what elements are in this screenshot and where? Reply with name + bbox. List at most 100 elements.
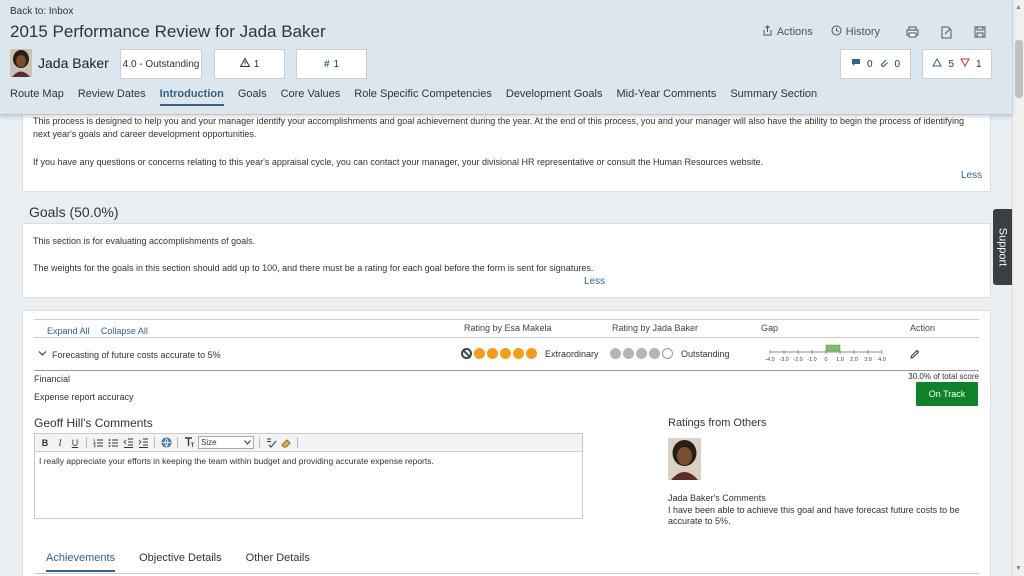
intro-paragraph-line-1: This process is designed to help you and… — [33, 116, 965, 126]
bullet-list-icon[interactable] — [107, 437, 119, 449]
edit-pencil-icon[interactable] — [909, 349, 920, 363]
toolbar-divider — [297, 437, 298, 448]
tab-achievements[interactable]: Achievements — [46, 552, 116, 572]
clear-format-icon[interactable] — [280, 437, 292, 449]
tab-other-details[interactable]: Other Details — [246, 552, 310, 572]
font-size-select[interactable]: Size — [198, 436, 254, 449]
tab-core-values[interactable]: Core Values — [281, 88, 341, 106]
collapse-all-link[interactable]: Collapse All — [101, 326, 148, 336]
comment-editor[interactable]: B I U Size I really appreciate your effo… — [34, 433, 583, 519]
rating-dot[interactable] — [526, 348, 537, 359]
rating-dot[interactable] — [500, 348, 511, 359]
hashtag-box[interactable]: # 1 — [296, 49, 367, 79]
esa-rating-control[interactable]: Extraordinary — [461, 348, 599, 359]
score-share: 30.0% of total score — [908, 372, 979, 381]
overall-rating-box[interactable]: 4.0 - Outstanding — [120, 49, 202, 79]
scrollbar[interactable]: ▲ ▼ — [1012, 0, 1024, 576]
toolbar-divider — [86, 437, 87, 448]
comments-attachments-box[interactable]: 0 0 — [840, 49, 911, 79]
goal-metric: Expense report accuracy — [34, 392, 134, 402]
tab-route-map[interactable]: Route Map — [10, 88, 64, 106]
outdent-icon[interactable] — [122, 437, 134, 449]
col-action: Action — [910, 323, 936, 333]
back-to-inbox-link[interactable]: Back to: Inbox — [10, 6, 73, 17]
rating-dot[interactable] — [610, 348, 621, 359]
save-icon[interactable] — [968, 24, 992, 40]
tab-goals[interactable]: Goals — [238, 88, 267, 106]
others-comment-author: Jada Baker's Comments — [668, 493, 766, 503]
comment-text[interactable]: I really appreciate your efforts in keep… — [35, 452, 582, 470]
goal-detail-tabs: Achievements Objective Details Other Det… — [46, 552, 310, 572]
triangle-down-icon — [960, 58, 970, 70]
esa-rating-label: Extraordinary — [545, 348, 599, 359]
goals-description-2: The weights for the goals in this sectio… — [33, 263, 594, 273]
rating-dot[interactable] — [662, 348, 673, 359]
comments-title: Geoff Hill's Comments — [34, 416, 153, 430]
comment-icon — [851, 58, 861, 70]
up-count: 5 — [948, 58, 954, 70]
paperclip-icon — [879, 58, 889, 71]
warning-icon — [239, 57, 251, 70]
tab-review-dates[interactable]: Review Dates — [78, 88, 146, 106]
goals-less-link[interactable]: Less — [584, 276, 605, 287]
warnings-box[interactable]: 1 — [214, 49, 285, 79]
gap-tick-label: -4.0 — [765, 357, 774, 363]
scroll-down-arrow-icon[interactable]: ▼ — [1015, 565, 1022, 572]
gap-tick-label: 1.0 — [836, 357, 844, 363]
tab-summary-section[interactable]: Summary Section — [730, 88, 817, 106]
rating-dot[interactable] — [649, 348, 660, 359]
gap-scale-graphic: -4.0 -3.0 -2.0 -1.0 0 1.0 2.0 3.0 4.0 — [765, 344, 886, 363]
chevron-down-icon — [244, 438, 251, 447]
text-format-icon[interactable] — [183, 437, 195, 449]
triangle-up-icon — [932, 57, 943, 70]
numbered-list-icon[interactable] — [92, 437, 104, 449]
trend-box[interactable]: 5 1 — [922, 49, 992, 79]
tab-mid-year-comments[interactable]: Mid-Year Comments — [616, 88, 716, 106]
tab-divider — [34, 573, 979, 574]
rating-dot[interactable] — [636, 348, 647, 359]
overall-rating-text: 4.0 - Outstanding — [122, 58, 200, 70]
indent-icon[interactable] — [137, 437, 149, 449]
clock-icon — [831, 25, 842, 39]
expand-all-link[interactable]: Expand All — [47, 326, 90, 336]
support-tab[interactable]: Support — [993, 209, 1012, 285]
avatar — [668, 438, 701, 480]
bold-icon[interactable]: B — [39, 437, 51, 449]
export-icon[interactable] — [934, 24, 958, 40]
rating-dot[interactable] — [513, 348, 524, 359]
no-rating-icon[interactable] — [461, 348, 472, 359]
gap-tick-label: 2.0 — [850, 357, 858, 363]
others-comment-line-1: I have been able to achieve this goal an… — [668, 505, 960, 515]
rating-dot[interactable] — [487, 348, 498, 359]
scroll-up-arrow-icon[interactable]: ▲ — [1015, 4, 1022, 11]
underline-icon[interactable]: U — [69, 437, 81, 449]
gap-tick-label: 0 — [824, 357, 827, 363]
rating-dot[interactable] — [623, 348, 634, 359]
on-track-button[interactable]: On Track — [916, 382, 978, 406]
print-icon[interactable] — [900, 24, 924, 40]
history-button[interactable]: History — [831, 25, 880, 39]
actions-button[interactable]: Actions — [762, 25, 813, 39]
warning-count: 1 — [253, 58, 260, 70]
tab-objective-details[interactable]: Objective Details — [139, 552, 222, 572]
link-globe-icon[interactable] — [160, 437, 172, 449]
tab-role-specific-competencies[interactable]: Role Specific Competencies — [354, 88, 492, 106]
tab-introduction[interactable]: Introduction — [159, 88, 224, 106]
gap-bar — [825, 344, 841, 352]
goal-name[interactable]: Forecasting of future costs accurate to … — [52, 350, 221, 360]
history-label: History — [845, 26, 880, 38]
chevron-down-icon[interactable] — [38, 349, 47, 359]
tab-development-goals[interactable]: Development Goals — [506, 88, 603, 106]
spellcheck-icon[interactable] — [265, 437, 277, 449]
intro-paragraph-2: If you have any questions or concerns re… — [33, 157, 764, 167]
col-gap: Gap — [761, 323, 779, 333]
scrollbar-thumb[interactable] — [1015, 40, 1023, 98]
toolbar-divider — [154, 437, 155, 448]
jada-rating-control: Outstanding — [610, 348, 730, 359]
jada-rating-dots — [610, 348, 675, 359]
italic-icon[interactable]: I — [54, 437, 66, 449]
rating-dot[interactable] — [474, 348, 485, 359]
actions-label: Actions — [776, 26, 813, 38]
avatar — [10, 49, 32, 77]
intro-less-link[interactable]: Less — [961, 170, 982, 181]
